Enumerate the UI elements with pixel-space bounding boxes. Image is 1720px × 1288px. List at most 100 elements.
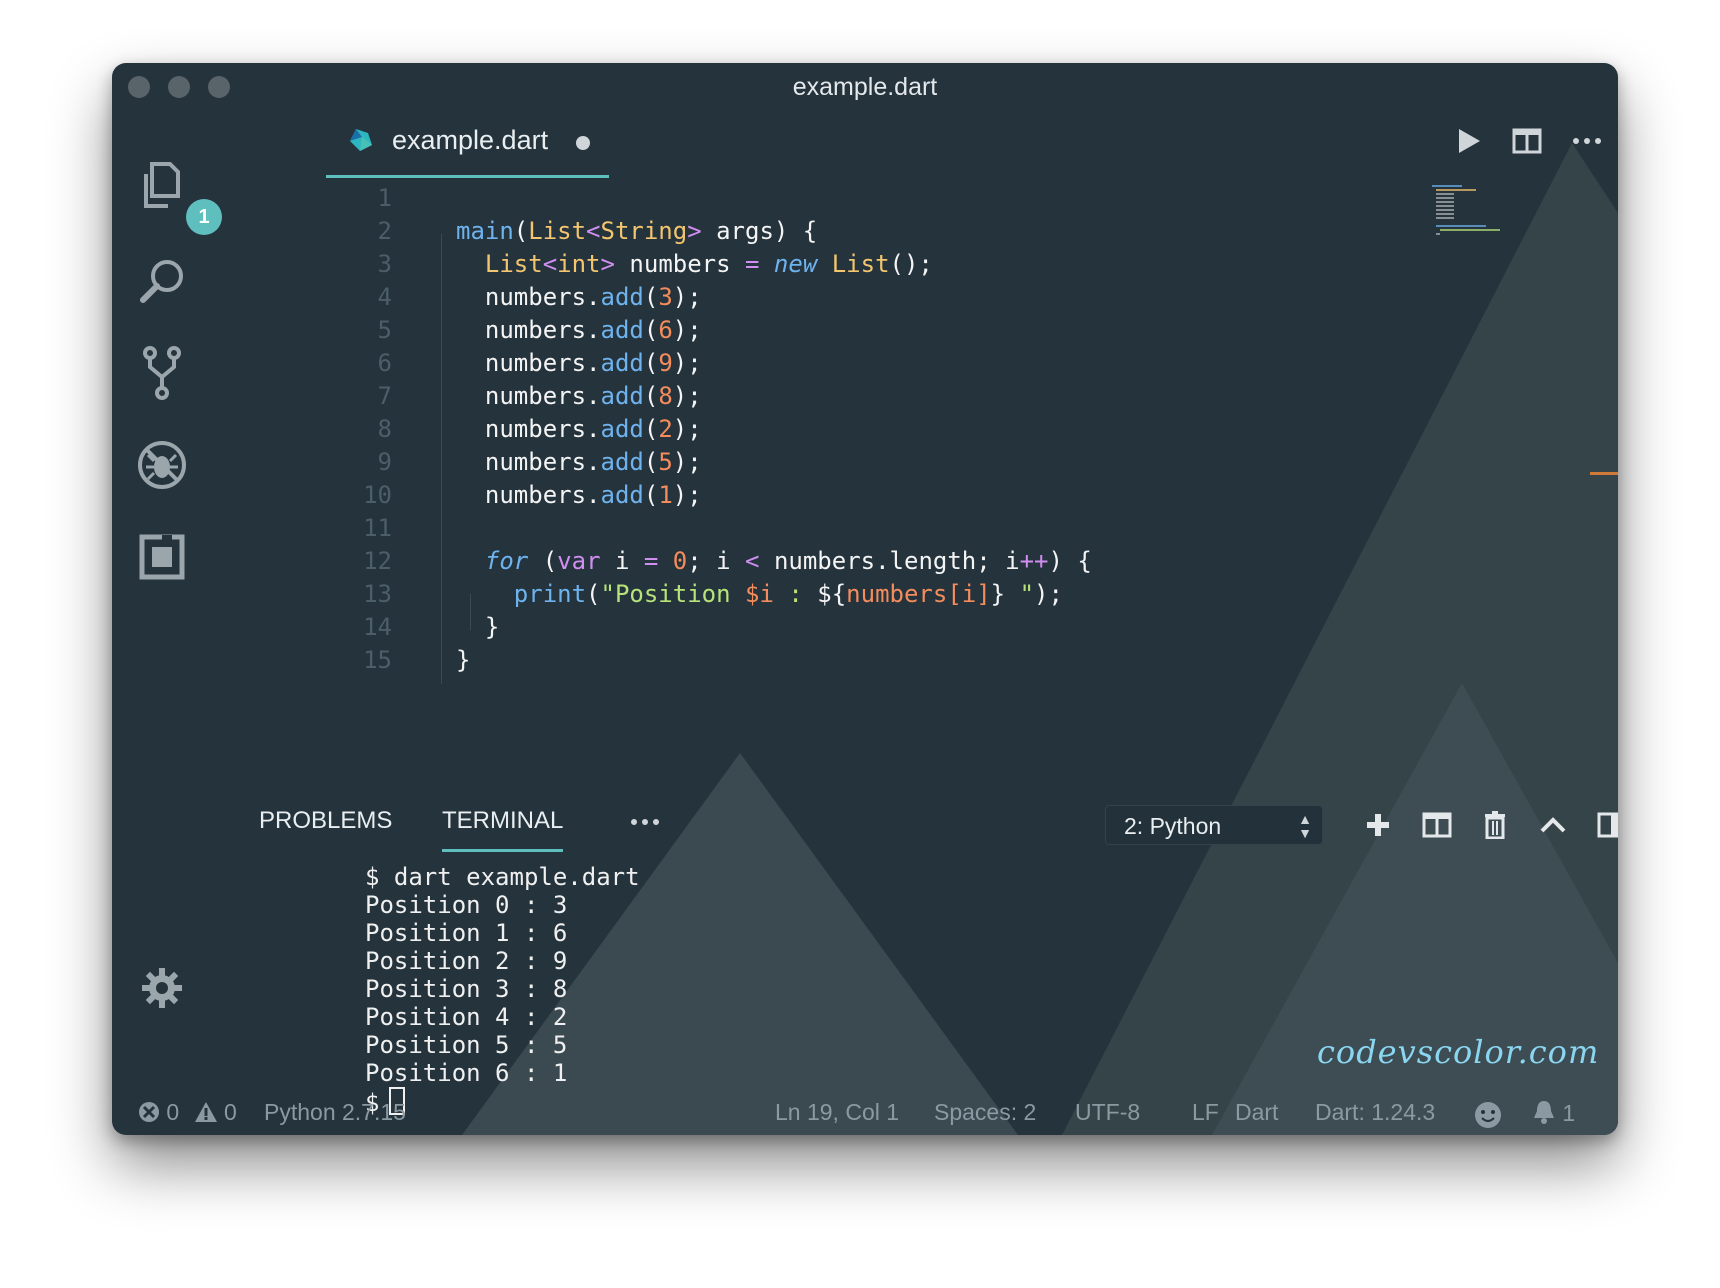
code-text: numbers.add(1); <box>456 477 702 513</box>
panel-more-icon[interactable] <box>630 817 660 827</box>
tab-problems[interactable]: PROBLEMS <box>259 807 392 835</box>
terminal-output[interactable]: $ dart example.dart Position 0 : 3 Posit… <box>365 863 1065 1123</box>
code-line: 1 <box>212 180 1512 216</box>
code-token: = <box>643 547 659 575</box>
tab-label: example.dart <box>392 125 549 155</box>
code-token: print <box>513 580 587 608</box>
code-token: 9 <box>658 349 673 377</box>
new-terminal-icon[interactable] <box>1360 807 1396 843</box>
debug-icon[interactable] <box>134 437 190 493</box>
code-token: add <box>600 349 644 377</box>
minimap[interactable] <box>1432 181 1522 241</box>
code-token: < <box>745 547 760 575</box>
terminal-select[interactable]: 2: Python ▲ ▼ <box>1105 805 1323 845</box>
code-token: . <box>586 349 601 377</box>
terminal-line: Position 0 : 3 <box>365 891 568 919</box>
code-token: ( <box>643 448 659 476</box>
code-token: numbers <box>456 316 587 344</box>
cursor-position[interactable]: Ln 19, Col 1 <box>775 1099 899 1126</box>
line-number: 9 <box>377 448 392 476</box>
explorer-icon[interactable]: 1 <box>134 157 222 235</box>
split-editor-icon[interactable] <box>1512 128 1542 154</box>
code-token: length; i <box>889 547 1020 575</box>
indentation[interactable]: Spaces: 2 <box>934 1099 1036 1126</box>
code-token: numbers[i] <box>846 580 991 608</box>
tab-example-dart[interactable]: example.dart <box>326 107 609 178</box>
run-icon[interactable] <box>1456 127 1482 155</box>
dart-file-icon <box>350 129 372 151</box>
code-token: numbers <box>614 250 746 278</box>
code-token: ( <box>643 415 659 443</box>
code-token: ); <box>672 481 702 509</box>
line-number: 14 <box>363 613 392 641</box>
code-token: ( <box>643 316 659 344</box>
terminal-line: Position 1 : 6 <box>365 919 568 947</box>
code-token: ( <box>586 580 601 608</box>
code-token: . <box>586 283 601 311</box>
code-token: ( <box>528 547 558 575</box>
extensions-icon[interactable] <box>134 529 190 585</box>
watermark: codevscolor.com <box>1317 1033 1600 1071</box>
code-token: numbers <box>456 415 587 443</box>
code-text: for (var i = 0; i < numbers.length; i++)… <box>456 543 1092 579</box>
more-actions-icon[interactable] <box>1572 136 1602 146</box>
line-number: 2 <box>377 217 392 245</box>
code-text: numbers.add(3); <box>456 279 702 315</box>
code-token: for <box>484 547 529 575</box>
code-token: numbers <box>759 547 876 575</box>
code-token: ); <box>1034 580 1063 608</box>
source-control-icon[interactable] <box>134 345 190 401</box>
code-token: main <box>456 217 514 245</box>
toggle-panel-position-icon[interactable] <box>1593 807 1618 843</box>
bell-icon <box>1534 1101 1554 1124</box>
chevron-up-icon[interactable] <box>1535 807 1571 843</box>
line-ending[interactable]: LF <box>1192 1099 1219 1126</box>
code-editor[interactable]: 1 2 main(List<String> args) {3 List<int> n… <box>212 180 1512 780</box>
code-token: add <box>600 316 644 344</box>
warnings-count: 0 <box>223 1099 237 1125</box>
code-token: String <box>600 217 688 245</box>
split-terminal-icon[interactable] <box>1419 807 1455 843</box>
code-token: 3 <box>658 283 673 311</box>
errors-indicator[interactable]: 0 0 <box>138 1099 237 1126</box>
settings-gear-icon[interactable] <box>134 960 190 1016</box>
line-number: 12 <box>363 547 392 575</box>
python-version[interactable]: Python 2.7.15 <box>264 1099 406 1126</box>
code-token: ; i <box>687 547 746 575</box>
code-text: } <box>456 609 499 645</box>
trash-icon[interactable] <box>1477 807 1513 843</box>
code-line: 2 main(List<String> args) { <box>212 213 1512 249</box>
code-token: ); <box>672 316 702 344</box>
terminal-line: Position 3 : 8 <box>365 975 568 1003</box>
search-icon[interactable] <box>134 253 190 309</box>
code-token: . <box>586 448 601 476</box>
line-number: 3 <box>377 250 392 278</box>
unsaved-dot-icon[interactable] <box>576 136 590 150</box>
line-number: 4 <box>377 283 392 311</box>
code-token: List <box>831 250 890 278</box>
language-mode[interactable]: Dart <box>1235 1099 1278 1126</box>
notifications[interactable]: 1 <box>1532 1099 1575 1127</box>
tab-terminal[interactable]: TERMINAL <box>442 807 564 852</box>
terminal-line: $ dart example.dart <box>365 863 640 891</box>
dart-sdk-version[interactable]: Dart: 1.24.3 <box>1315 1099 1435 1126</box>
code-token: numbers <box>456 349 587 377</box>
code-token: 2 <box>658 415 673 443</box>
code-token: ( <box>643 481 659 509</box>
feedback-smiley-icon[interactable] <box>1474 1101 1502 1129</box>
code-token: ${ <box>817 580 847 608</box>
code-token: $i <box>745 580 774 608</box>
code-token: . <box>586 415 601 443</box>
code-token: var <box>557 547 601 575</box>
code-token: ); <box>672 283 702 311</box>
code-token: ); <box>672 382 702 410</box>
errors-count: 0 <box>166 1099 180 1125</box>
code-line: 6 numbers.add(9); <box>212 345 1512 381</box>
encoding[interactable]: UTF-8 <box>1075 1099 1140 1126</box>
